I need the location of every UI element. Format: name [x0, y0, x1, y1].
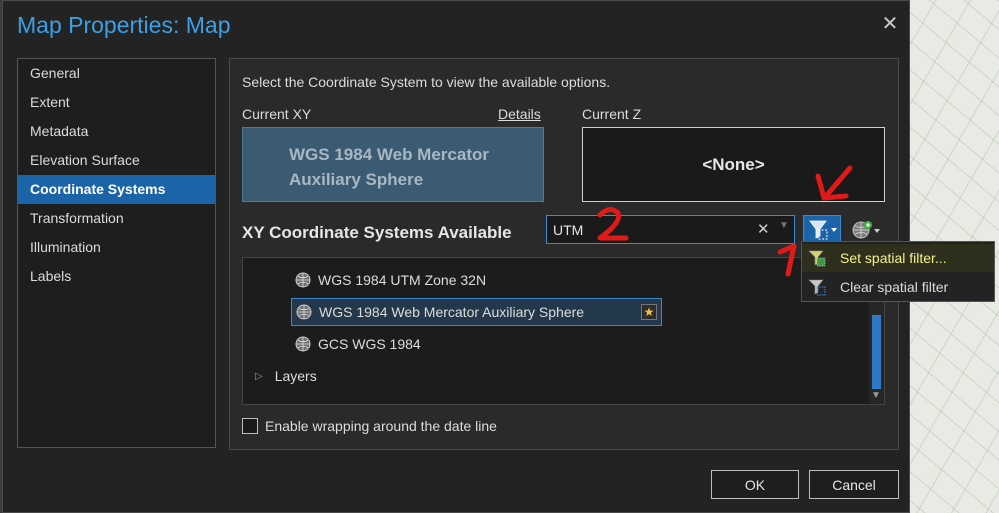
annotation-number-1 — [777, 243, 797, 277]
annotation-arrow-icon — [815, 165, 853, 201]
annotation-overlay — [597, 165, 853, 277]
annotation-number-2 — [597, 207, 629, 241]
